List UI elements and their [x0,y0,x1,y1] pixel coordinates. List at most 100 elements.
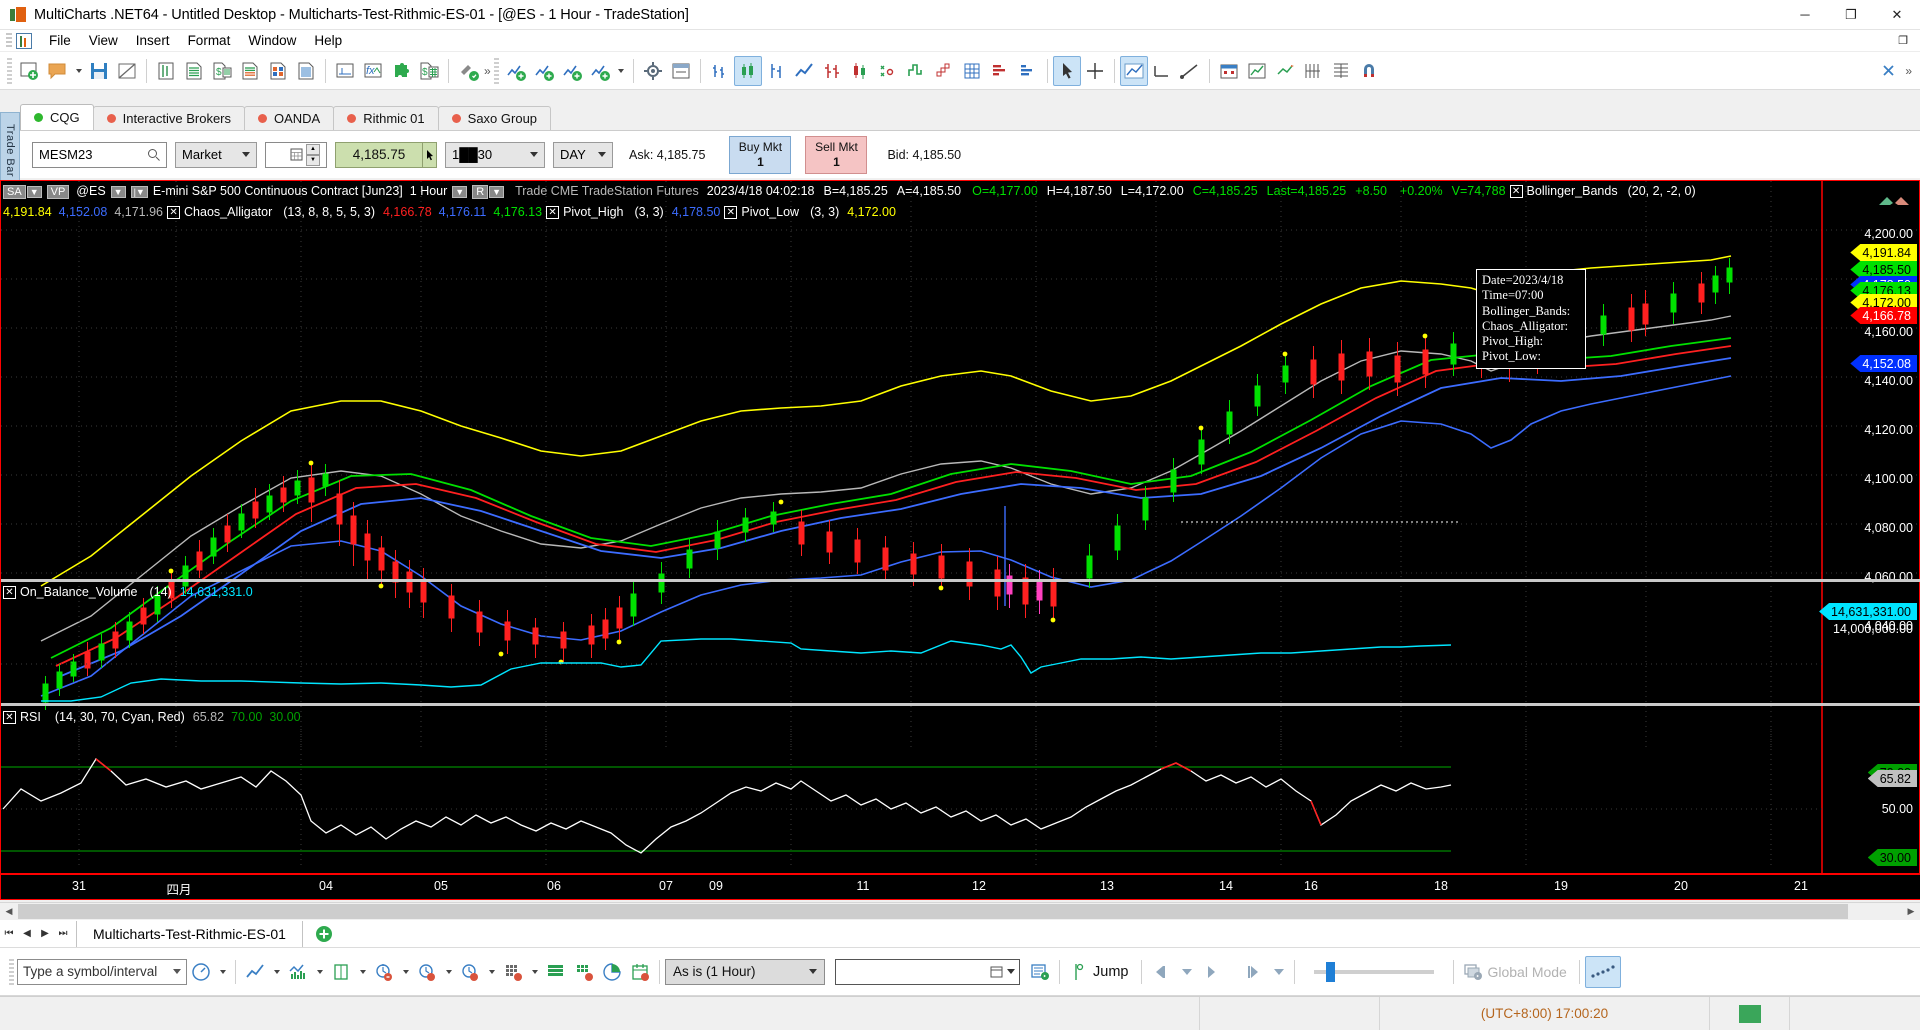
calendar-icon[interactable] [626,957,654,987]
drawing-tool-icon[interactable] [1119,55,1148,86]
save-icon[interactable] [85,56,113,86]
grid1-dropdown-icon[interactable] [527,957,542,987]
ray-icon[interactable] [1176,56,1204,86]
chart-type-icon[interactable] [241,957,269,987]
alerts-icon[interactable] [1271,56,1299,86]
workspace-tab-active[interactable]: Multicharts-Test-Rithmic-ES-01 [76,920,303,947]
symbol-interval-input[interactable]: Type a symbol/interval [17,958,187,985]
toolbar-overflow-2[interactable]: » [1905,64,1920,78]
note-icon[interactable] [43,56,71,86]
line-chart-icon[interactable] [790,56,818,86]
symbol-dropdown[interactable]: ▼ [110,186,126,198]
quote-page-icon[interactable] [180,56,208,86]
jump-label[interactable]: Jump [1093,964,1128,980]
menu-item-format[interactable]: Format [179,31,240,50]
candle-type-icon[interactable] [846,56,874,86]
date-axis[interactable]: 31 四月 04 05 06 07 09 11 12 13 14 16 18 1… [1,873,1920,899]
menu-grip-handle[interactable] [6,32,12,49]
tif-select[interactable]: DAY [553,141,613,168]
obv-close-icon[interactable]: ✕ [3,586,16,599]
bar-spacing-icon[interactable] [327,957,355,987]
speedometer-icon[interactable] [187,957,215,987]
replay-icon[interactable] [1459,957,1487,987]
menu-item-window[interactable]: Window [239,31,305,50]
chart-type-dropdown-icon[interactable] [269,957,284,987]
speedometer-dropdown-icon[interactable] [215,957,230,987]
chip-vp[interactable]: VP [46,185,70,199]
point-figure-icon[interactable] [874,56,902,86]
chip-r[interactable]: R [472,185,489,199]
volume-axis-icon[interactable] [1327,56,1355,86]
ws-nav-prev[interactable]: ◀ [18,922,36,946]
grid3-icon[interactable] [570,957,598,987]
restore-doc-button[interactable]: ❐ [1890,31,1916,51]
order-book-icon[interactable] [236,56,264,86]
scroll-track[interactable] [18,903,1902,920]
scale-arrows-icon[interactable] [1877,193,1911,214]
quantity-input[interactable]: ▲ ▼ [265,141,327,168]
indicator-icon[interactable] [284,957,312,987]
pie-icon[interactable] [598,957,626,987]
chart-window-icon[interactable] [152,56,180,86]
crosshair-icon[interactable] [1081,56,1109,86]
add-signal-icon[interactable] [558,56,586,86]
bollinger-close-icon[interactable]: ✕ [1509,185,1523,198]
broker-tab-interactive-brokers[interactable]: Interactive Brokers [92,106,245,130]
goto-date-input[interactable] [835,958,1020,985]
trade-bar-rail[interactable]: Trade Bar [0,112,20,190]
scroll-right-icon[interactable]: ▶ [1902,903,1920,920]
replay-speed-slider[interactable] [1314,961,1435,982]
news-icon[interactable] [1243,56,1271,86]
close-toolbar-icon[interactable] [1875,56,1903,86]
matrix-icon[interactable] [264,56,292,86]
ws-nav-last[interactable]: ⏭ [54,922,72,946]
kagi-icon[interactable] [902,56,930,86]
add-strategy-icon[interactable] [586,56,614,86]
pivot-low-close-icon[interactable]: ✕ [724,206,738,219]
broker-tab-oanda[interactable]: OANDA [244,106,335,130]
toolbar-grip-2[interactable] [493,57,499,84]
order-type-select[interactable]: Market [175,141,257,168]
trendline-icon[interactable] [1148,56,1176,86]
add-dropdown-icon[interactable] [614,56,628,86]
clock2-dropdown-icon[interactable] [441,957,456,987]
puzzle-icon[interactable] [387,56,415,86]
indicator-dropdown-icon[interactable] [312,957,327,987]
symbol-input[interactable]: MESM23 [32,141,167,168]
rsi-close-icon[interactable]: ✕ [3,711,16,724]
chip-sa[interactable]: SA [3,185,26,199]
symbol-dropdown-2[interactable]: |▼ [130,186,148,198]
chip-sa-dropdown[interactable]: ▼ [26,186,42,198]
bottom-grip-1[interactable] [9,958,14,985]
scroll-thumb[interactable] [18,904,1848,919]
settings-gear-icon[interactable] [639,56,667,86]
bar-spacing-dropdown-icon[interactable] [355,957,370,987]
alligator-close-icon[interactable]: ✕ [167,206,181,219]
play-back-icon[interactable] [1175,957,1197,987]
broker-tab-rithmic-01[interactable]: Rithmic 01 [333,106,439,130]
new-window-icon[interactable] [15,56,43,86]
price-cursor-icon[interactable] [423,141,437,168]
profile-icon[interactable] [1014,56,1042,86]
scanner-window-icon[interactable] [331,56,359,86]
pane-separator-2[interactable] [1,703,1920,706]
price-field[interactable]: 4,185.75 [335,141,423,168]
global-mode-label[interactable]: Global Mode [1487,964,1566,980]
candlestick-icon[interactable] [733,55,762,86]
formula-editor-icon[interactable]: fx [359,56,387,86]
grid-icon[interactable] [958,56,986,86]
dots-icon[interactable] [1584,955,1621,988]
broker-connect-icon[interactable] [454,56,482,86]
menu-item-file[interactable]: File [40,31,80,50]
quantity-stepper[interactable]: ▲ ▼ [306,143,320,166]
buy-market-button[interactable]: Buy Mkt 1 [729,135,792,174]
add-indicator-icon[interactable] [530,56,558,86]
pane-separator-1[interactable] [1,579,1920,582]
hlc-bar-icon[interactable] [762,56,790,86]
chip-r-dropdown[interactable]: ▼ [489,186,505,198]
minimize-button[interactable]: ─ [1782,0,1828,30]
goto-settings-icon[interactable] [1026,957,1054,987]
format-window-icon[interactable] [667,56,695,86]
clock1-dropdown-icon[interactable] [398,957,413,987]
sell-market-button[interactable]: Sell Mkt 1 [805,135,868,174]
